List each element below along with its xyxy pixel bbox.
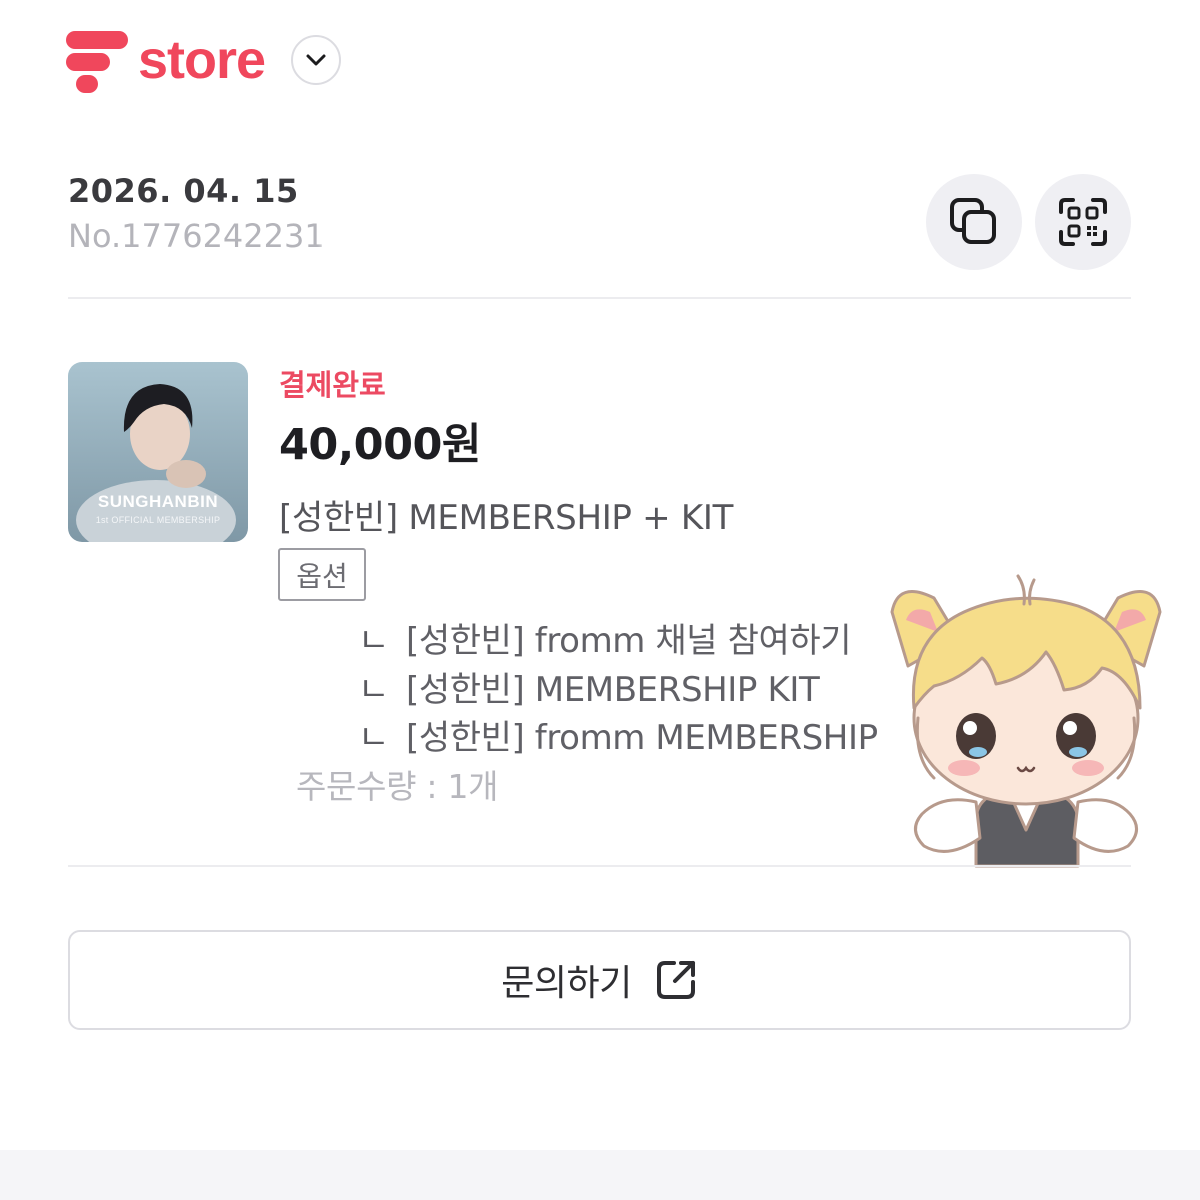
option-label: [성한빈] fromm 채널 참여하기 — [406, 621, 852, 661]
chevron-down-icon — [306, 54, 326, 66]
product-name: [성한빈] MEMBERSHIP + KIT — [279, 498, 734, 538]
option-label: [성한빈] MEMBERSHIP KIT — [406, 670, 820, 710]
section-divider — [68, 297, 1131, 299]
option-indent-mark: ㄴ — [358, 718, 389, 758]
option-label: [성한빈] fromm MEMBERSHIP — [406, 718, 878, 758]
order-date: 2026. 04. 15 — [68, 172, 299, 210]
redaction-mark — [322, 200, 622, 282]
option-item: ㄴ [성한빈] fromm 채널 참여하기 — [358, 613, 852, 662]
thumbnail-subtitle: 1st OFFICIAL MEMBERSHIP — [95, 515, 221, 525]
order-quantity: 주문수량 : 1개 — [296, 767, 499, 806]
inquiry-label: 문의하기 — [501, 963, 632, 1004]
order-number: No.1776242231 — [68, 217, 325, 255]
option-item: ㄴ [성한빈] fromm MEMBERSHIP — [358, 710, 878, 759]
option-indent-mark: ㄴ — [358, 670, 389, 710]
option-badge: 옵션 — [278, 548, 366, 601]
option-indent-mark: ㄴ — [358, 621, 389, 661]
app-header: store — [66, 24, 342, 96]
section-divider — [68, 865, 1131, 867]
copy-order-number-button[interactable] — [926, 174, 1022, 270]
cat-character-sticker — [890, 574, 1162, 868]
order-price: 40,000원 — [279, 420, 482, 470]
qr-code-button[interactable] — [1035, 174, 1131, 270]
qr-code-icon — [1059, 198, 1107, 246]
option-item: ㄴ [성한빈] MEMBERSHIP KIT — [358, 662, 820, 711]
bottom-bar — [0, 1150, 1200, 1200]
store-logo-text: store — [138, 30, 266, 90]
store-logo-icon — [66, 31, 128, 93]
thumbnail-title: SUNGHANBIN — [97, 492, 219, 511]
copy-icon — [950, 198, 996, 244]
external-link-icon — [656, 961, 695, 999]
payment-status: 결제완료 — [279, 368, 386, 402]
inquiry-button[interactable]: 문의하기 — [68, 930, 1131, 1030]
store-switch-button[interactable] — [291, 35, 342, 85]
product-thumbnail: SUNGHANBIN 1st OFFICIAL MEMBERSHIP — [68, 362, 248, 542]
